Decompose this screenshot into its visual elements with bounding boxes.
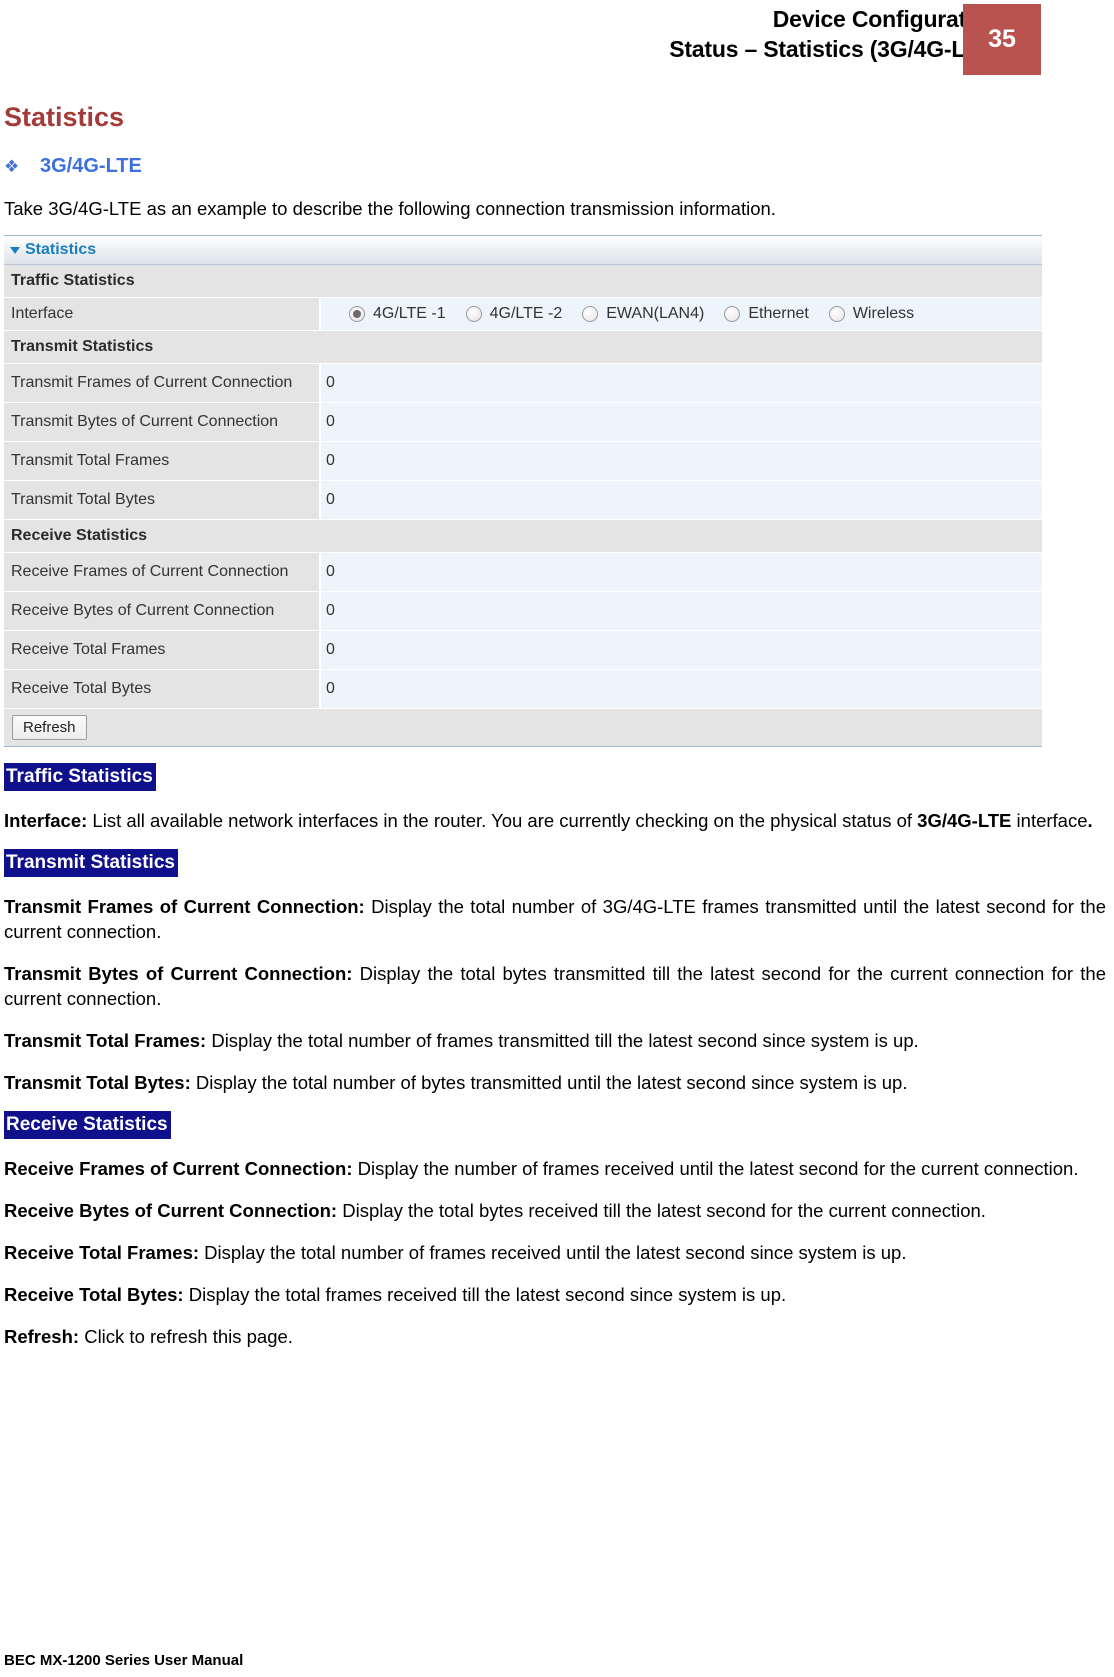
page-content: Statistics ❖ 3G/4G-LTE Take 3G/4G-LTE as… — [0, 100, 1114, 1349]
desc-tx-bytes-current: Transmit Bytes of Current Connection: Di… — [4, 961, 1106, 1011]
radio-dot-icon[interactable] — [582, 306, 599, 322]
table-row: Transmit Frames of Current Connection 0 — [4, 364, 1042, 403]
row-label: Transmit Bytes of Current Connection — [4, 403, 321, 441]
term-rx-bytes-current: Receive Bytes of Current Connection: — [4, 1200, 338, 1221]
row-label: Receive Total Bytes — [4, 670, 321, 708]
interface-radio-group[interactable]: 4G/LTE -1 4G/LTE -2 EWAN(LAN4) Ethernet — [326, 305, 934, 323]
row-label: Receive Frames of Current Connection — [4, 553, 321, 591]
desc-refresh-text: Click to refresh this page. — [79, 1326, 293, 1347]
desc-tx-total-bytes: Transmit Total Bytes: Display the total … — [4, 1070, 1106, 1095]
radio-label-4glte1: 4G/LTE -1 — [373, 305, 446, 322]
group-header-traffic-statistics: Traffic Statistics — [4, 265, 1042, 298]
row-label: Receive Total Frames — [4, 631, 321, 669]
table-row: Receive Total Bytes 0 — [4, 670, 1042, 709]
radio-dot-icon[interactable] — [349, 306, 365, 322]
page-title: Statistics — [4, 102, 125, 132]
interface-row: Interface 4G/LTE -1 4G/LTE -2 EWAN(LAN4) — [4, 298, 1042, 331]
desc-tx-total-frames-text: Display the total number of frames trans… — [206, 1030, 919, 1051]
desc-refresh: Refresh: Click to refresh this page. — [4, 1324, 1106, 1349]
desc-tx-frames-current: Transmit Frames of Current Connection: D… — [4, 894, 1106, 944]
radio-option-4glte2[interactable]: 4G/LTE -2 — [465, 305, 563, 323]
row-value: 0 — [321, 481, 1042, 519]
desc-tx-total-bytes-text: Display the total number of bytes transm… — [190, 1072, 908, 1093]
interface-row-value: 4G/LTE -1 4G/LTE -2 EWAN(LAN4) Ethernet — [321, 298, 1042, 330]
desc-interface-text-b: interface — [1011, 810, 1088, 831]
desc-rx-bytes-current-text: Display the total bytes received till th… — [337, 1200, 986, 1221]
table-row: Receive Bytes of Current Connection 0 — [4, 592, 1042, 631]
radio-dot-icon[interactable] — [465, 306, 482, 322]
radio-label-wireless: Wireless — [852, 305, 915, 322]
table-row: Receive Frames of Current Connection 0 — [4, 553, 1042, 592]
page-header: Device Configuration Status – Statistics… — [0, 0, 1114, 78]
subhead-traffic-statistics: Traffic Statistics — [4, 763, 156, 791]
radio-label-4glte2: 4G/LTE -2 — [489, 305, 563, 322]
table-row: Transmit Total Bytes 0 — [4, 481, 1042, 520]
desc-rx-frames-current: Receive Frames of Current Connection: Di… — [4, 1156, 1106, 1181]
header-title: Device Configuration Status – Statistics… — [669, 4, 1000, 64]
term-rx-total-bytes: Receive Total Bytes: — [4, 1284, 184, 1305]
row-value: 0 — [321, 442, 1042, 480]
row-label: Transmit Frames of Current Connection — [4, 364, 321, 402]
row-value: 0 — [321, 553, 1042, 591]
term-tx-bytes-current: Transmit Bytes of Current Connection: — [4, 963, 353, 984]
header-title-line1: Device Configuration — [772, 6, 1001, 32]
desc-rx-total-frames-text: Display the total number of frames recei… — [199, 1242, 907, 1263]
radio-label-ethernet: Ethernet — [748, 305, 809, 322]
table-row: Transmit Total Frames 0 — [4, 442, 1042, 481]
triangle-down-icon[interactable] — [10, 246, 20, 254]
subhead-receive-statistics: Receive Statistics — [4, 1111, 171, 1139]
table-row: Transmit Bytes of Current Connection 0 — [4, 403, 1042, 442]
row-value: 0 — [321, 631, 1042, 669]
page-footer: BEC MX-1200 Series User Manual — [4, 1652, 244, 1669]
radio-option-4glte1[interactable]: 4G/LTE -1 — [349, 305, 446, 323]
statistics-panel: Statistics Traffic Statistics Interface … — [4, 235, 1042, 747]
desc-interface: Interface: List all available network in… — [4, 808, 1106, 833]
radio-dot-icon[interactable] — [724, 306, 741, 322]
row-label: Receive Bytes of Current Connection — [4, 592, 321, 630]
page-number-badge: 35 — [963, 4, 1041, 75]
desc-rx-frames-current-text: Display the number of frames received un… — [352, 1158, 1079, 1179]
bullet-heading: ❖ 3G/4G-LTE — [4, 154, 1106, 179]
desc-rx-total-frames: Receive Total Frames: Display the total … — [4, 1240, 1106, 1265]
desc-rx-bytes-current: Receive Bytes of Current Connection: Dis… — [4, 1198, 1106, 1223]
radio-label-ewan-lan4: EWAN(LAN4) — [606, 305, 705, 322]
row-value: 0 — [321, 670, 1042, 708]
term-tx-total-frames: Transmit Total Frames: — [4, 1030, 207, 1051]
desc-tx-total-frames: Transmit Total Frames: Display the total… — [4, 1028, 1106, 1053]
row-label: Transmit Total Frames — [4, 442, 321, 480]
radio-option-ethernet[interactable]: Ethernet — [724, 305, 809, 323]
term-interface: Interface: — [4, 810, 88, 831]
term-rx-frames-current: Receive Frames of Current Connection: — [4, 1158, 353, 1179]
subhead-transmit-statistics: Transmit Statistics — [4, 849, 178, 877]
interface-row-label: Interface — [4, 298, 321, 330]
radio-dot-icon[interactable] — [828, 306, 845, 322]
row-value: 0 — [321, 592, 1042, 630]
panel-footer: Refresh — [4, 709, 1042, 746]
intro-paragraph: Take 3G/4G-LTE as an example to describe… — [4, 198, 776, 219]
row-value: 0 — [321, 364, 1042, 402]
desc-rx-total-bytes-text: Display the total frames received till t… — [183, 1284, 787, 1305]
desc-rx-total-bytes: Receive Total Bytes: Display the total f… — [4, 1282, 1106, 1307]
group-header-transmit-statistics: Transmit Statistics — [4, 331, 1042, 364]
desc-interface-text-a: List all available network interfaces in… — [87, 810, 918, 831]
term-tx-total-bytes: Transmit Total Bytes: — [4, 1072, 191, 1093]
term-rx-total-frames: Receive Total Frames: — [4, 1242, 200, 1263]
row-value: 0 — [321, 403, 1042, 441]
radio-option-wireless[interactable]: Wireless — [828, 305, 915, 323]
term-3g4glte: 3G/4G-LTE — [917, 810, 1012, 831]
radio-option-ewan-lan4[interactable]: EWAN(LAN4) — [582, 305, 704, 323]
statistics-panel-header[interactable]: Statistics — [4, 236, 1042, 265]
diamond-bullet-icon: ❖ — [4, 157, 20, 176]
desc-interface-period: . — [1087, 810, 1093, 831]
bullet-heading-label: 3G/4G-LTE — [40, 155, 142, 177]
term-refresh: Refresh: — [4, 1326, 80, 1347]
table-row: Receive Total Frames 0 — [4, 631, 1042, 670]
statistics-panel-title: Statistics — [25, 241, 97, 258]
header-title-line2: Status – Statistics (3G/4G-LTE) — [669, 36, 1000, 62]
group-header-receive-statistics: Receive Statistics — [4, 520, 1042, 553]
refresh-button[interactable]: Refresh — [12, 715, 87, 740]
term-tx-frames-current: Transmit Frames of Current Connection: — [4, 896, 365, 917]
row-label: Transmit Total Bytes — [4, 481, 321, 519]
